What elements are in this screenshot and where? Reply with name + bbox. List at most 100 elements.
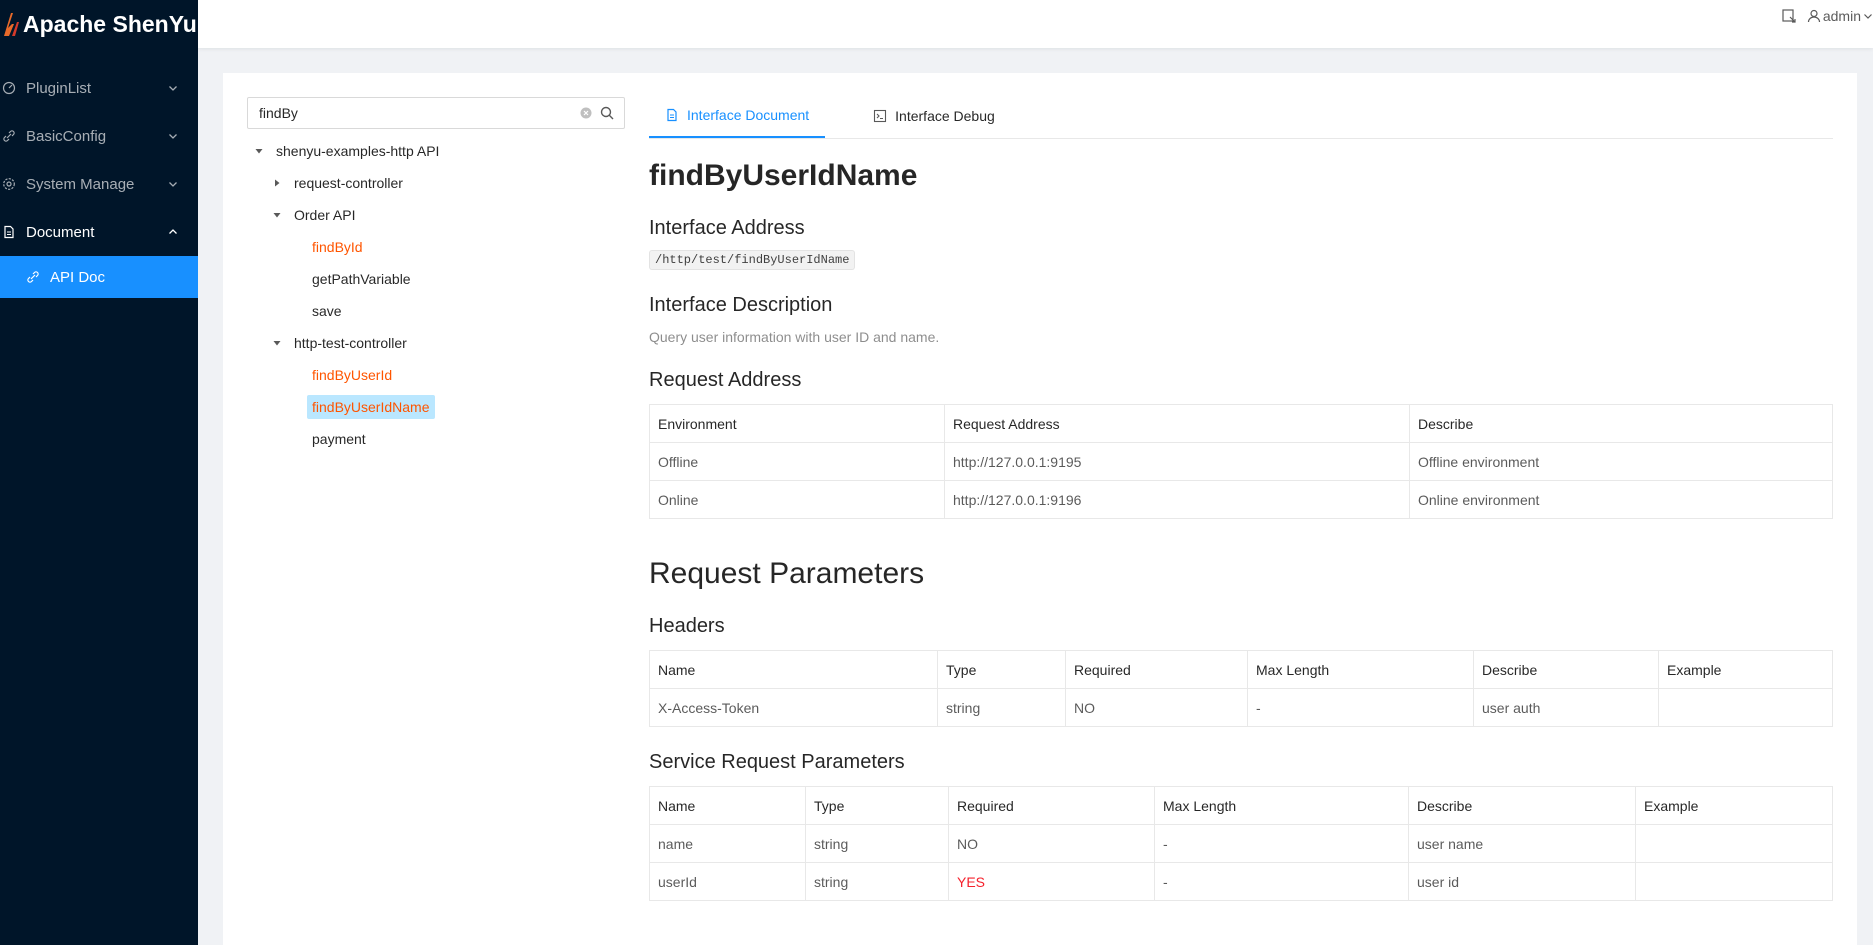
tree-leaf-findbyuserid[interactable]: findByUserId [247,359,627,391]
menu-item-api-doc[interactable]: API Doc [0,256,198,298]
column-header: Name [649,650,938,689]
headers-table: Name Type Required Max Length Describe E… [649,650,1833,727]
link-icon [2,129,16,143]
tree-node-title: request-controller [294,175,403,191]
table-cell: - [1247,688,1474,727]
column-header: Environment [649,404,945,443]
column-header: Example [1658,650,1833,689]
file-text-icon [667,108,677,122]
table-cell: X-Access-Token [649,688,938,727]
app-logo[interactable]: Apache ShenYu [0,0,198,48]
table-cell: string [937,688,1066,727]
table-cell: Online [649,480,945,519]
table-cell [1635,862,1833,901]
column-header: Type [805,786,949,825]
column-header: Max Length [1247,650,1474,689]
headers-heading: Headers [649,615,725,637]
tree-node-title: Order API [294,207,356,223]
tree-node-title: payment [312,431,366,447]
search-input[interactable] [259,105,580,121]
column-header: Describe [1408,786,1636,825]
table-cell: string [805,824,949,863]
shenyu-logo-icon [4,13,19,36]
chevron-down-icon [1864,14,1872,19]
clear-icon[interactable] [580,107,592,119]
caret-down-icon[interactable] [265,331,289,355]
table-cell: NO [948,824,1155,863]
language-switch-icon[interactable] [1781,8,1797,24]
tab-interface-debug[interactable]: Interface Debug [857,94,1011,138]
menu-item-label: API Doc [50,268,106,286]
table-cell: http://127.0.0.1:9195 [944,442,1410,481]
menu-item-system-manage[interactable]: System Manage [0,160,198,208]
tab-label: Interface Debug [895,108,995,124]
table-header-row: Environment Request Address Describe [649,404,1833,443]
chevron-down-icon [169,182,177,187]
interface-address: /http/test/findByUserIdName [649,250,856,270]
tree-node-title: findById [312,239,363,255]
tree-search [247,97,625,129]
caret-down-icon[interactable] [265,203,289,227]
column-header: Request Address [944,404,1410,443]
column-header: Name [649,786,806,825]
service-params-heading: Service Request Parameters [649,751,905,773]
chevron-down-icon [169,134,177,139]
doc-panel: Interface Document Interface Debug findB… [649,95,1833,901]
tree-node-request-controller[interactable]: request-controller [247,167,627,199]
interface-address-heading: Interface Address [649,217,805,239]
tree-leaf-payment[interactable]: payment [247,423,627,455]
table-cell: NO [1065,688,1248,727]
caret-right-icon[interactable] [265,171,289,195]
tree-leaf-findbyid[interactable]: findById [247,231,627,263]
table-cell: Online environment [1409,480,1833,519]
tree-leaf-getpathvariable[interactable]: getPathVariable [247,263,627,295]
tree-node-title: shenyu-examples-http API [276,143,440,159]
column-header: Required [948,786,1155,825]
table-row: userId string YES - user id [649,862,1833,901]
table-cell: user name [1408,824,1636,863]
tree-node-order-api[interactable]: Order API [247,199,627,231]
tree-leaf-findbyuseridname[interactable]: findByUserIdName [247,391,627,423]
interface-description: Query user information with user ID and … [649,329,940,345]
api-icon [26,270,40,284]
app-title: Apache ShenYu [23,10,197,37]
table-cell: user id [1408,862,1636,901]
doc-title: findByUserIdName [649,159,918,192]
code-icon [874,109,887,123]
tab-label: Interface Document [687,107,810,123]
table-row: X-Access-Token string NO - user auth [649,688,1833,727]
menu-item-label: BasicConfig [26,127,107,145]
tab-interface-document[interactable]: Interface Document [649,94,826,138]
dashboard-icon [2,81,16,95]
table-cell: - [1154,862,1409,901]
table-row: Offline http://127.0.0.1:9195 Offline en… [649,442,1833,481]
tree-leaf-save[interactable]: save [247,295,627,327]
menu-item-document[interactable]: Document [0,208,198,256]
menu-item-label: PluginList [26,79,92,97]
search-icon[interactable] [600,106,614,120]
interface-description-heading: Interface Description [649,294,833,316]
tree-node-title: findByUserIdName [307,395,435,419]
table-cell: Offline [649,442,945,481]
table-header-row: Name Type Required Max Length Describe E… [649,650,1833,689]
column-header: Required [1065,650,1248,689]
table-cell: userId [649,862,806,901]
menu-item-label: Document [26,223,95,241]
table-cell: Offline environment [1409,442,1833,481]
menu-item-pluginlist[interactable]: PluginList [0,64,198,112]
table-cell: name [649,824,806,863]
caret-down-icon[interactable] [247,139,271,163]
chevron-down-icon [169,86,177,91]
side-menu: PluginList BasicConfig System Manage Doc… [0,64,198,298]
tree-node-root[interactable]: shenyu-examples-http API [247,135,627,167]
tree-node-http-test-controller[interactable]: http-test-controller [247,327,627,359]
request-address-heading: Request Address [649,369,802,391]
user-icon [1807,9,1820,23]
column-header: Describe [1473,650,1659,689]
table-row: name string NO - user name [649,824,1833,863]
column-header: Type [937,650,1066,689]
menu-item-basicconfig[interactable]: BasicConfig [0,112,198,160]
user-menu[interactable]: admin [1807,8,1873,24]
username: admin [1822,8,1861,24]
table-cell-required: YES [948,862,1155,901]
